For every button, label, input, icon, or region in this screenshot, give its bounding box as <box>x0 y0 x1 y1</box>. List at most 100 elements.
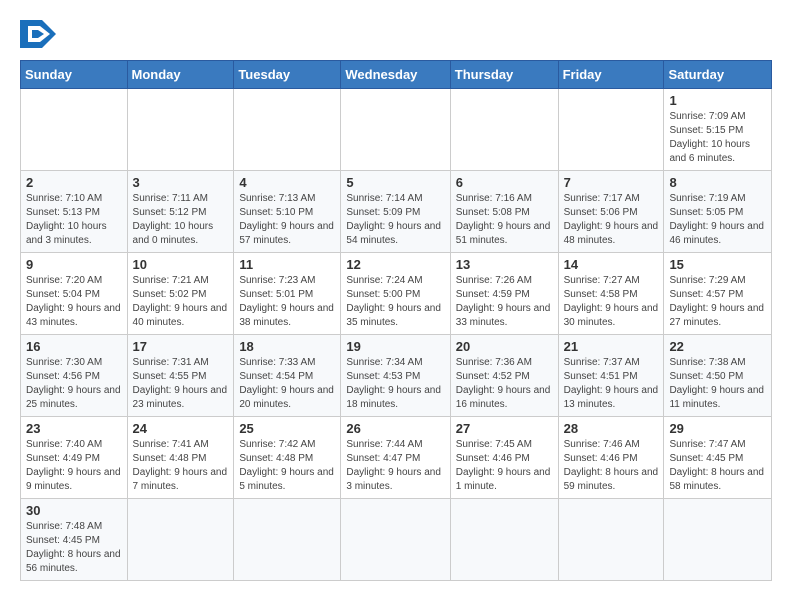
calendar-cell <box>341 89 450 171</box>
day-number: 15 <box>669 257 766 272</box>
day-info: Sunrise: 7:17 AM Sunset: 5:06 PM Dayligh… <box>564 192 659 248</box>
day-number: 18 <box>239 339 335 354</box>
day-number: 16 <box>26 339 122 354</box>
calendar-table: SundayMondayTuesdayWednesdayThursdayFrid… <box>20 60 772 581</box>
day-info: Sunrise: 7:16 AM Sunset: 5:08 PM Dayligh… <box>456 192 553 248</box>
calendar-cell: 1 Sunrise: 7:09 AM Sunset: 5:15 PM Daylig… <box>664 89 772 171</box>
day-info: Sunrise: 7:13 AM Sunset: 5:10 PM Dayligh… <box>239 192 335 248</box>
day-info: Sunrise: 7:10 AM Sunset: 5:13 PM Dayligh… <box>26 192 122 248</box>
day-number: 12 <box>346 257 444 272</box>
week-row-1: 1 Sunrise: 7:09 AM Sunset: 5:15 PM Daylig… <box>21 89 772 171</box>
day-info: Sunrise: 7:34 AM Sunset: 4:53 PM Dayligh… <box>346 356 444 412</box>
calendar-cell: 25Sunrise: 7:42 AM Sunset: 4:48 PM Dayli… <box>234 417 341 499</box>
day-info: Sunrise: 7:37 AM Sunset: 4:51 PM Dayligh… <box>564 356 659 412</box>
day-number: 28 <box>564 421 659 436</box>
calendar-cell: 10Sunrise: 7:21 AM Sunset: 5:02 PM Dayli… <box>127 253 234 335</box>
calendar-cell <box>234 89 341 171</box>
weekday-sunday: Sunday <box>21 61 128 89</box>
day-number: 3 <box>133 175 229 190</box>
calendar-cell: 29Sunrise: 7:47 AM Sunset: 4:45 PM Dayli… <box>664 417 772 499</box>
calendar-cell: 28 Sunrise: 7:46 AM Sunset: 4:46 PM Dayli… <box>558 417 664 499</box>
day-number: 26 <box>346 421 444 436</box>
day-info: Sunrise: 7:36 AM Sunset: 4:52 PM Dayligh… <box>456 356 553 412</box>
day-info: Sunrise: 7:41 AM Sunset: 4:48 PM Dayligh… <box>133 438 229 494</box>
week-row-4: 16Sunrise: 7:30 AM Sunset: 4:56 PM Dayli… <box>21 335 772 417</box>
day-number: 11 <box>239 257 335 272</box>
calendar-cell: 8Sunrise: 7:19 AM Sunset: 5:05 PM Daylig… <box>664 171 772 253</box>
day-number: 30 <box>26 503 122 518</box>
calendar-cell: 17 Sunrise: 7:31 AM Sunset: 4:55 PM Dayli… <box>127 335 234 417</box>
calendar-cell <box>127 499 234 581</box>
calendar-cell: 19 Sunrise: 7:34 AM Sunset: 4:53 PM Dayli… <box>341 335 450 417</box>
calendar-cell: 20 Sunrise: 7:36 AM Sunset: 4:52 PM Dayli… <box>450 335 558 417</box>
day-info: Sunrise: 7:14 AM Sunset: 5:09 PM Dayligh… <box>346 192 444 248</box>
calendar-cell: 12 Sunrise: 7:24 AM Sunset: 5:00 PM Dayli… <box>341 253 450 335</box>
day-number: 4 <box>239 175 335 190</box>
day-number: 29 <box>669 421 766 436</box>
weekday-wednesday: Wednesday <box>341 61 450 89</box>
calendar-cell: 26 Sunrise: 7:44 AM Sunset: 4:47 PM Dayli… <box>341 417 450 499</box>
calendar-cell: 21Sunrise: 7:37 AM Sunset: 4:51 PM Dayli… <box>558 335 664 417</box>
calendar-cell: 23Sunrise: 7:40 AM Sunset: 4:49 PM Dayli… <box>21 417 128 499</box>
day-info: Sunrise: 7:19 AM Sunset: 5:05 PM Dayligh… <box>669 192 766 248</box>
calendar-cell <box>664 499 772 581</box>
calendar-cell: 3Sunrise: 7:11 AM Sunset: 5:12 PM Daylig… <box>127 171 234 253</box>
day-info: Sunrise: 7:20 AM Sunset: 5:04 PM Dayligh… <box>26 274 122 330</box>
day-info: Sunrise: 7:45 AM Sunset: 4:46 PM Dayligh… <box>456 438 553 494</box>
calendar-cell: 6 Sunrise: 7:16 AM Sunset: 5:08 PM Daylig… <box>450 171 558 253</box>
logo-icon <box>20 20 56 50</box>
day-number: 23 <box>26 421 122 436</box>
day-info: Sunrise: 7:26 AM Sunset: 4:59 PM Dayligh… <box>456 274 553 330</box>
day-info: Sunrise: 7:38 AM Sunset: 4:50 PM Dayligh… <box>669 356 766 412</box>
calendar-cell: 7 Sunrise: 7:17 AM Sunset: 5:06 PM Daylig… <box>558 171 664 253</box>
logo <box>20 20 60 50</box>
day-info: Sunrise: 7:27 AM Sunset: 4:58 PM Dayligh… <box>564 274 659 330</box>
day-number: 24 <box>133 421 229 436</box>
calendar-cell: 30 Sunrise: 7:48 AM Sunset: 4:45 PM Dayli… <box>21 499 128 581</box>
calendar-cell: 14 Sunrise: 7:27 AM Sunset: 4:58 PM Dayli… <box>558 253 664 335</box>
day-number: 10 <box>133 257 229 272</box>
calendar-cell <box>127 89 234 171</box>
day-info: Sunrise: 7:46 AM Sunset: 4:46 PM Dayligh… <box>564 438 659 494</box>
calendar-cell: 22 Sunrise: 7:38 AM Sunset: 4:50 PM Dayli… <box>664 335 772 417</box>
calendar-cell: 4 Sunrise: 7:13 AM Sunset: 5:10 PM Daylig… <box>234 171 341 253</box>
day-info: Sunrise: 7:23 AM Sunset: 5:01 PM Dayligh… <box>239 274 335 330</box>
calendar-cell: 24 Sunrise: 7:41 AM Sunset: 4:48 PM Dayli… <box>127 417 234 499</box>
weekday-monday: Monday <box>127 61 234 89</box>
day-info: Sunrise: 7:42 AM Sunset: 4:48 PM Dayligh… <box>239 438 335 494</box>
day-number: 13 <box>456 257 553 272</box>
day-number: 22 <box>669 339 766 354</box>
weekday-thursday: Thursday <box>450 61 558 89</box>
calendar-cell <box>450 89 558 171</box>
calendar-cell: 5 Sunrise: 7:14 AM Sunset: 5:09 PM Daylig… <box>341 171 450 253</box>
week-row-3: 9Sunrise: 7:20 AM Sunset: 5:04 PM Daylig… <box>21 253 772 335</box>
day-info: Sunrise: 7:09 AM Sunset: 5:15 PM Dayligh… <box>669 110 766 166</box>
day-info: Sunrise: 7:48 AM Sunset: 4:45 PM Dayligh… <box>26 520 122 576</box>
day-info: Sunrise: 7:24 AM Sunset: 5:00 PM Dayligh… <box>346 274 444 330</box>
calendar-cell: 18 Sunrise: 7:33 AM Sunset: 4:54 PM Dayli… <box>234 335 341 417</box>
day-number: 7 <box>564 175 659 190</box>
calendar-cell: 9Sunrise: 7:20 AM Sunset: 5:04 PM Daylig… <box>21 253 128 335</box>
calendar-cell <box>21 89 128 171</box>
page-header <box>20 20 772 50</box>
weekday-friday: Friday <box>558 61 664 89</box>
calendar-cell <box>558 499 664 581</box>
calendar-cell: 11 Sunrise: 7:23 AM Sunset: 5:01 PM Dayli… <box>234 253 341 335</box>
calendar-cell <box>450 499 558 581</box>
week-row-5: 23Sunrise: 7:40 AM Sunset: 4:49 PM Dayli… <box>21 417 772 499</box>
day-number: 19 <box>346 339 444 354</box>
calendar-cell: 2Sunrise: 7:10 AM Sunset: 5:13 PM Daylig… <box>21 171 128 253</box>
day-number: 1 <box>669 93 766 108</box>
day-number: 20 <box>456 339 553 354</box>
day-number: 17 <box>133 339 229 354</box>
week-row-2: 2Sunrise: 7:10 AM Sunset: 5:13 PM Daylig… <box>21 171 772 253</box>
week-row-6: 30 Sunrise: 7:48 AM Sunset: 4:45 PM Dayli… <box>21 499 772 581</box>
day-number: 14 <box>564 257 659 272</box>
weekday-header-row: SundayMondayTuesdayWednesdayThursdayFrid… <box>21 61 772 89</box>
day-number: 5 <box>346 175 444 190</box>
day-info: Sunrise: 7:33 AM Sunset: 4:54 PM Dayligh… <box>239 356 335 412</box>
weekday-tuesday: Tuesday <box>234 61 341 89</box>
day-info: Sunrise: 7:31 AM Sunset: 4:55 PM Dayligh… <box>133 356 229 412</box>
day-number: 6 <box>456 175 553 190</box>
day-info: Sunrise: 7:44 AM Sunset: 4:47 PM Dayligh… <box>346 438 444 494</box>
